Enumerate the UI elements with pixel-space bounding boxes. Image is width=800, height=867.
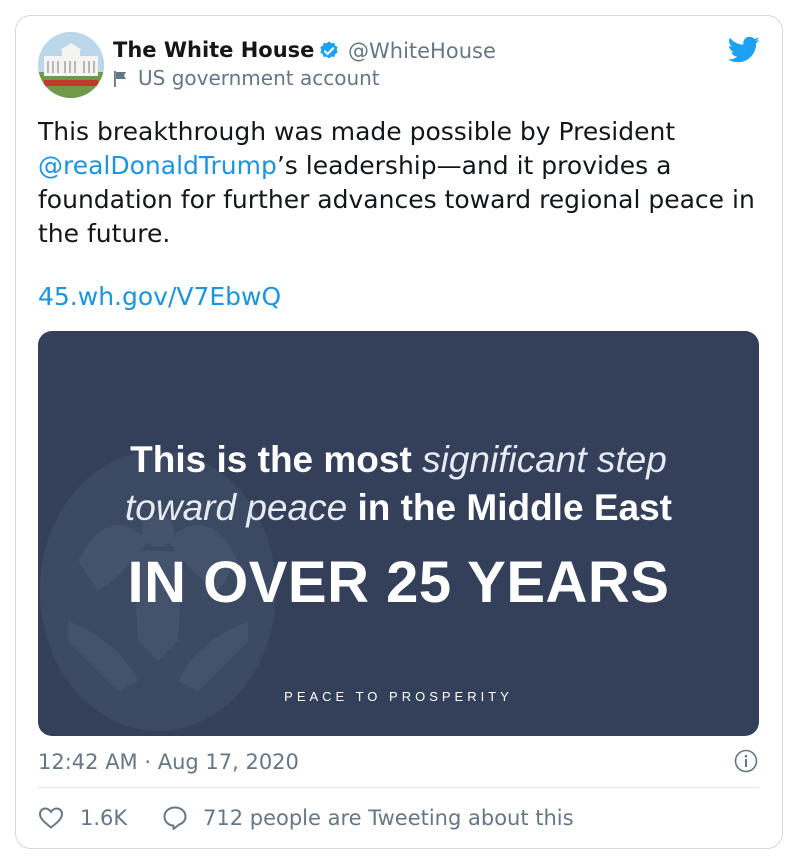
tweet-text: This breakthrough was made possible by P… <box>38 115 758 251</box>
media-headline-line3: IN OVER 25 YEARS <box>127 550 670 615</box>
media-headline-line1: This is the most significant step <box>38 439 759 481</box>
media-line1-bold: This is the most <box>130 439 423 480</box>
verified-badge-icon <box>320 41 338 59</box>
author-handle[interactable]: @WhiteHouse <box>348 39 496 63</box>
divider <box>38 787 759 788</box>
mention-link[interactable]: @realDonaldTrump <box>38 151 277 180</box>
avatar[interactable] <box>38 32 104 98</box>
info-icon[interactable] <box>734 749 758 773</box>
author-name[interactable]: The White House <box>113 38 314 62</box>
like-count[interactable]: 1.6K <box>80 806 127 830</box>
tweet-timestamp[interactable]: 12:42 AM · Aug 17, 2020 <box>38 750 299 774</box>
twitter-bird-icon[interactable] <box>728 36 760 64</box>
media-line1-italic: significant step <box>422 439 667 480</box>
tweeting-about-link[interactable]: 712 people are Tweeting about this <box>203 806 574 830</box>
account-label: US government account <box>138 66 380 90</box>
tweet-media-image[interactable]: This is the most significant step toward… <box>38 331 759 736</box>
tweet-link[interactable]: 45.wh.gov/V7EbwQ <box>38 282 281 311</box>
media-headline-line2: toward peace in the Middle East <box>38 487 759 529</box>
media-line2-bold: in the Middle East <box>357 487 672 528</box>
heart-icon[interactable] <box>38 806 64 830</box>
media-line2-italic: toward peace <box>125 487 358 528</box>
flag-icon <box>114 71 126 87</box>
tweet-text-part1: This breakthrough was made possible by P… <box>38 117 676 146</box>
reply-bubble-icon[interactable] <box>162 805 188 831</box>
media-footer-text: PEACE TO PROSPERITY <box>284 689 513 704</box>
